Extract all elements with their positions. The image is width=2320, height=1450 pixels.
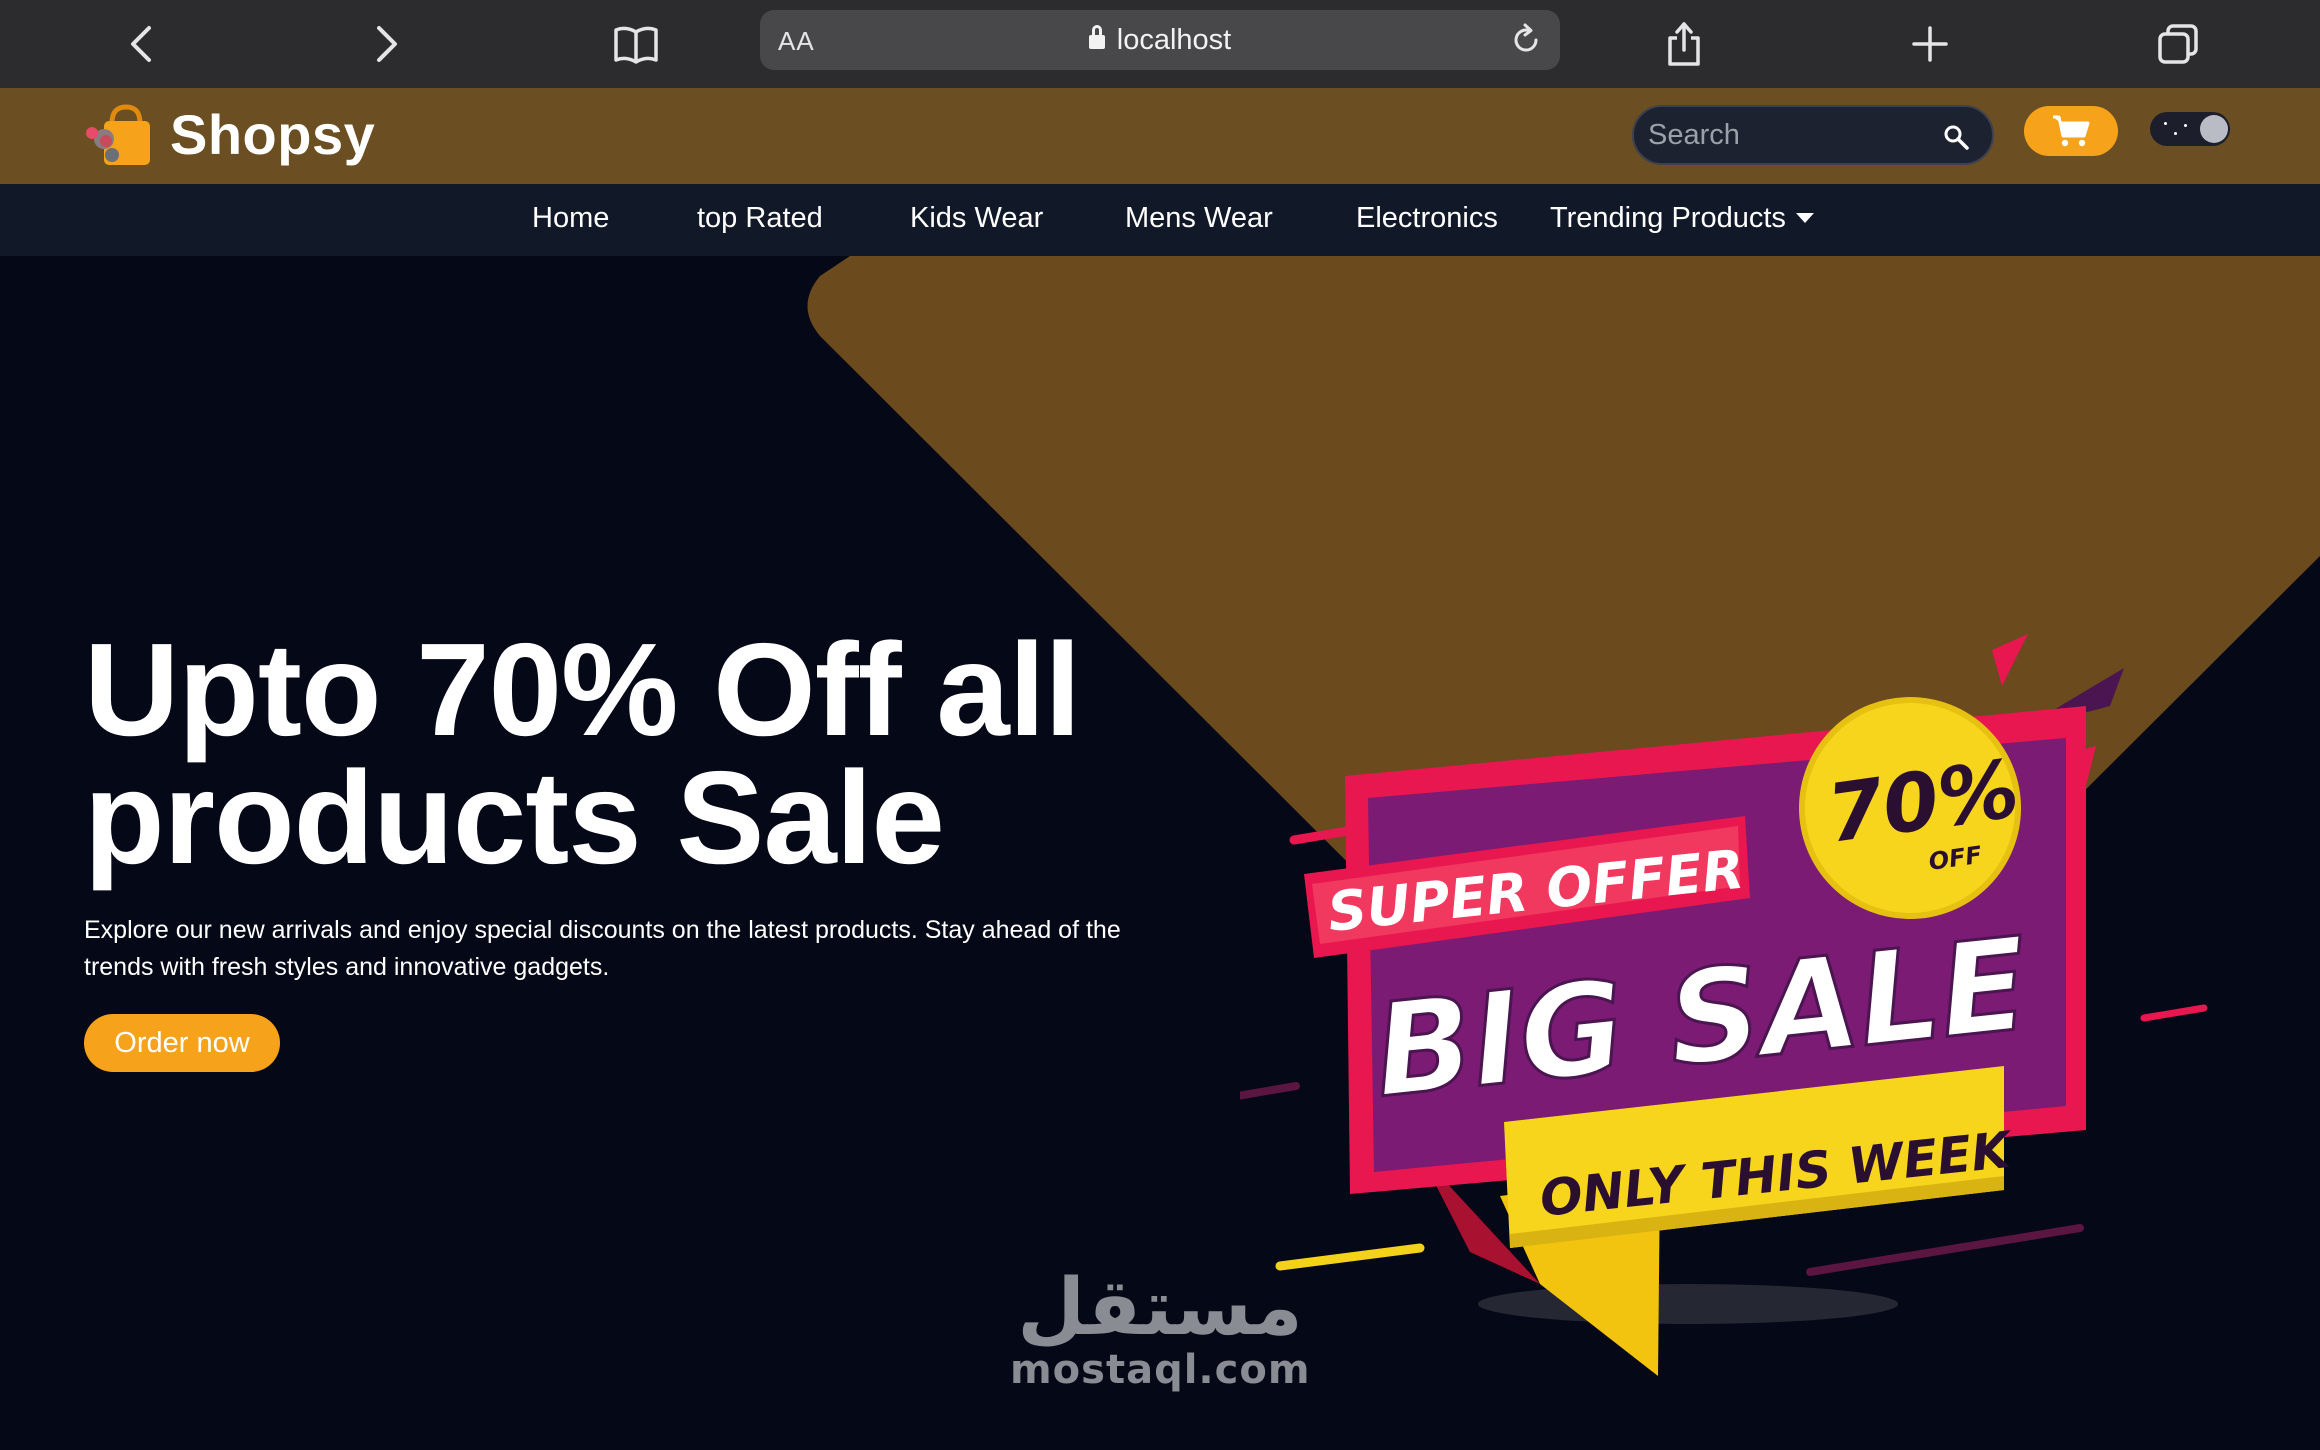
trending-products-label: Trending Products — [1550, 202, 1786, 234]
star-dot — [2184, 124, 2187, 127]
nav-item-mens-wear[interactable]: Mens Wear — [1125, 202, 1273, 235]
plus-icon — [1912, 26, 1948, 62]
watermark: مستقل mostaql.com — [1010, 1268, 1310, 1392]
star-dot — [2164, 122, 2167, 125]
search-box — [1632, 105, 1994, 165]
tabs-icon — [2158, 24, 2198, 64]
nav-item-top-rated[interactable]: top Rated — [697, 202, 823, 235]
address-bar[interactable]: AA localhost — [760, 10, 1560, 70]
bookmarks-button[interactable] — [606, 14, 666, 74]
nav-item-trending-products[interactable]: Trending Products — [1550, 202, 1814, 235]
nav-item-kids-wear[interactable]: Kids Wear — [910, 202, 1043, 235]
cart-button[interactable] — [2024, 106, 2118, 156]
share-icon — [1668, 22, 1700, 66]
chevron-left-icon — [131, 26, 151, 62]
brand-name: Shopsy — [170, 103, 376, 166]
moon-icon — [2200, 115, 2228, 143]
search-icon[interactable] — [1942, 123, 1970, 151]
shopping-bag-icon — [86, 103, 150, 165]
site-header: Shopsy — [0, 88, 2320, 184]
reload-button[interactable] — [1506, 20, 1546, 60]
main-nav: Home top Rated Kids Wear Mens Wear Elect… — [0, 184, 2320, 256]
search-input[interactable] — [1648, 115, 1938, 155]
book-icon — [614, 26, 658, 64]
nav-item-electronics[interactable]: Electronics — [1356, 202, 1498, 235]
cart-icon — [2053, 115, 2090, 147]
brand-logo[interactable]: Shopsy — [84, 102, 375, 167]
order-now-button[interactable]: Order now — [84, 1014, 280, 1072]
url-text: localhost — [1116, 24, 1232, 56]
browser-toolbar: AA localhost — [0, 0, 2320, 88]
reload-icon — [1514, 23, 1538, 52]
lock-icon — [1088, 25, 1105, 49]
caret-down-icon — [1795, 213, 1814, 223]
star-dot — [2174, 132, 2177, 135]
hero-description: Explore our new arrivals and enjoy speci… — [84, 916, 1121, 981]
tabs-button[interactable] — [2148, 14, 2208, 74]
dark-mode-toggle[interactable] — [2150, 112, 2230, 146]
new-tab-button[interactable] — [1900, 14, 1960, 74]
forward-button[interactable] — [356, 14, 416, 74]
chevron-right-icon — [377, 26, 397, 62]
hero-section: Upto 70% Off all products Sale Explore o… — [0, 256, 2320, 1450]
watermark-arabic: مستقل — [1017, 1263, 1303, 1353]
big-sale-banner-image: SUPER OFFER BIG SALE ONLY THIS WEEK 70% … — [1240, 634, 2208, 1376]
watermark-latin: mostaql.com — [1010, 1347, 1311, 1393]
nav-item-home[interactable]: Home — [532, 202, 609, 235]
share-button[interactable] — [1654, 14, 1714, 74]
hero-headline: Upto 70% Off all products Sale — [84, 616, 1081, 891]
back-button[interactable] — [112, 14, 172, 74]
